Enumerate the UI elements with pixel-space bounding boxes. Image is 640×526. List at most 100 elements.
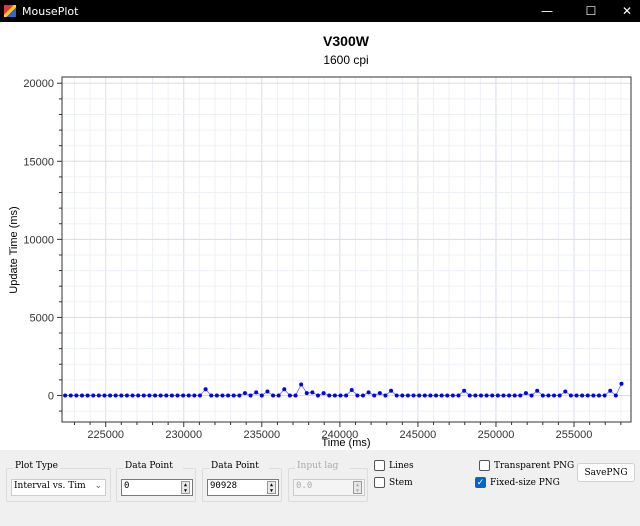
lag-label: Input lag delay [295, 461, 350, 472]
x-tick-label: 255000 [556, 429, 593, 441]
data-point [523, 391, 528, 396]
transparent-png-checkbox[interactable]: Transparent PNG [479, 460, 574, 471]
data-point [68, 393, 73, 398]
data-point [158, 393, 163, 398]
minimize-button[interactable]: — [527, 0, 567, 22]
lag-spinner[interactable]: ▲ ▼ [353, 481, 362, 494]
data-point [372, 393, 377, 398]
data-point [478, 393, 483, 398]
checkbox-box [374, 460, 385, 471]
data-point [220, 393, 225, 398]
data-point [366, 390, 371, 395]
start-value: 0 [124, 481, 130, 491]
check-icon: ✓ [475, 477, 486, 488]
end-spinner[interactable]: ▲ ▼ [267, 481, 276, 494]
data-point [136, 393, 141, 398]
data-point [181, 393, 186, 398]
x-tick-label: 230000 [165, 429, 202, 441]
data-point [169, 393, 174, 398]
data-point [226, 393, 231, 398]
close-button[interactable]: ✕ [607, 0, 640, 22]
data-point [96, 393, 101, 398]
data-point [338, 393, 343, 398]
data-point [91, 393, 96, 398]
data-point [462, 388, 467, 393]
data-point [254, 390, 259, 395]
data-point [349, 387, 354, 392]
data-point [394, 393, 399, 398]
end-value: 90928 [210, 481, 238, 491]
transparent-png-label: Transparent PNG [494, 460, 575, 471]
checkbox-box [374, 477, 385, 488]
data-point [248, 393, 253, 398]
stem-checkbox[interactable]: Stem [374, 477, 413, 488]
data-point [276, 393, 281, 398]
fixed-size-png-label: Fixed-size PNG [490, 477, 560, 488]
data-point [400, 393, 405, 398]
data-point [192, 393, 197, 398]
data-point [518, 393, 523, 398]
data-point [389, 388, 394, 393]
x-tick-label: 235000 [243, 429, 280, 441]
data-point [484, 393, 489, 398]
x-axis-label: Time (ms) [321, 437, 370, 449]
data-point [237, 393, 242, 398]
data-point [332, 393, 337, 398]
maximize-button[interactable]: ☐ [571, 0, 611, 22]
data-point [501, 393, 506, 398]
x-tick-label: 245000 [400, 429, 437, 441]
data-point [563, 389, 568, 394]
data-point [282, 387, 287, 392]
data-point [74, 393, 79, 398]
y-tick-label: 15000 [23, 156, 54, 168]
y-tick-label: 0 [48, 390, 54, 402]
data-point [377, 391, 382, 396]
window-title: MousePlot [22, 4, 79, 18]
x-tick-label: 250000 [478, 429, 515, 441]
start-label: Data Point Start [123, 461, 183, 472]
save-png-button[interactable]: SavePNG [577, 463, 635, 482]
data-point [203, 387, 208, 392]
data-point [242, 391, 247, 396]
data-point [304, 391, 309, 396]
start-input[interactable]: 0 ▲ ▼ [121, 479, 193, 496]
end-label: Data Point End [209, 461, 269, 472]
data-point [113, 393, 118, 398]
start-spinner[interactable]: ▲ ▼ [181, 481, 190, 494]
lag-input[interactable]: 0.0 ▲ ▼ [293, 479, 365, 496]
data-point [310, 390, 315, 395]
data-point [271, 393, 276, 398]
data-point [596, 393, 601, 398]
data-point [164, 393, 169, 398]
data-point [557, 393, 562, 398]
end-input[interactable]: 90928 ▲ ▼ [207, 479, 279, 496]
data-point [535, 388, 540, 393]
plot-type-select[interactable]: Interval vs. Tim ⌄ [11, 479, 106, 496]
y-tick-label: 5000 [30, 312, 54, 324]
data-point [591, 393, 596, 398]
chart-title: V300W [323, 33, 370, 49]
data-point [490, 393, 495, 398]
data-point [405, 393, 410, 398]
data-point [473, 393, 478, 398]
data-point [231, 393, 236, 398]
data-point [467, 393, 472, 398]
lag-group: Input lag delay 0.0 ▲▼ [288, 461, 368, 502]
data-point [287, 393, 292, 398]
data-point [344, 393, 349, 398]
data-point [411, 393, 416, 398]
data-point [259, 393, 264, 398]
data-point [602, 393, 607, 398]
fixed-size-png-checkbox[interactable]: ✓ Fixed-size PNG [475, 477, 560, 488]
lines-checkbox[interactable]: Lines [374, 460, 414, 471]
data-point [197, 393, 202, 398]
data-point [434, 393, 439, 398]
data-point [574, 393, 579, 398]
data-point [613, 393, 618, 398]
data-point [552, 393, 557, 398]
plot-chart[interactable]: V300W 1600 cpi 225000 230000 235000 240000 2… [0, 22, 640, 450]
data-point [119, 393, 124, 398]
chart-subtitle: 1600 cpi [323, 53, 368, 67]
data-point [417, 393, 422, 398]
data-point [422, 393, 427, 398]
